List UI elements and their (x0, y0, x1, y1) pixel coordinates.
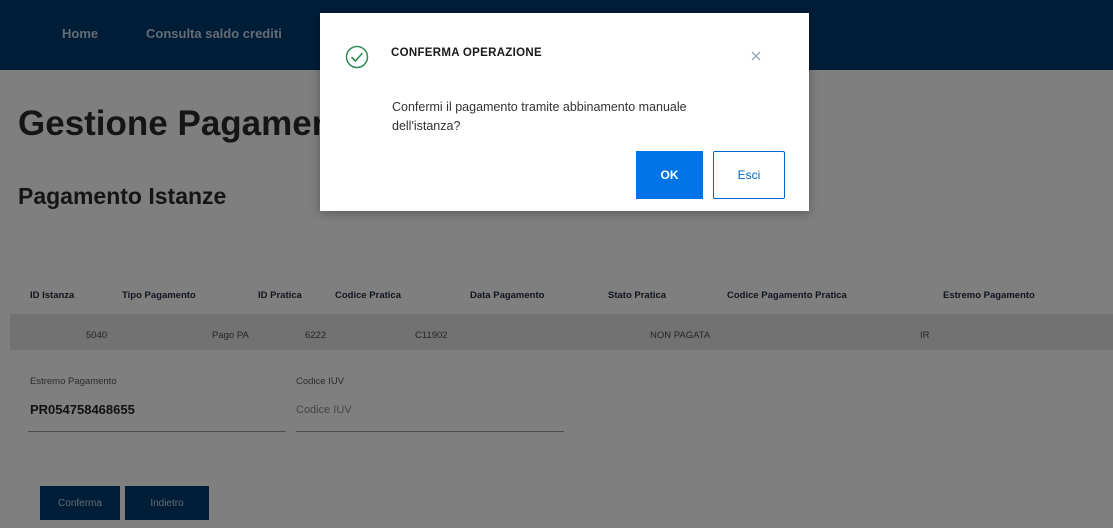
dialog-message: Confermi il pagamento tramite abbinament… (392, 100, 687, 133)
check-circle-icon (345, 45, 369, 69)
dialog-title: CONFERMA OPERAZIONE (391, 47, 542, 59)
close-icon[interactable] (745, 45, 767, 67)
esci-button[interactable]: Esci (713, 151, 785, 199)
confirm-dialog: CONFERMA OPERAZIONE Confermi il pagament… (320, 13, 809, 211)
ok-button[interactable]: OK (636, 151, 703, 199)
